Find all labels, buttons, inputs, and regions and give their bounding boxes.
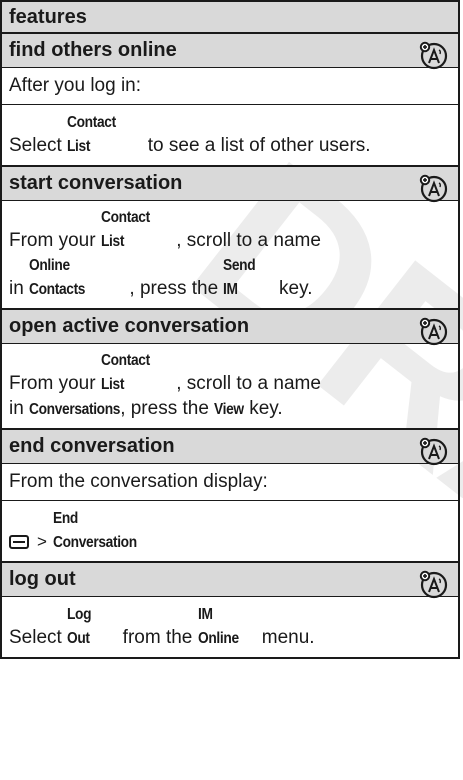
network-dependent-feature-icon bbox=[418, 40, 448, 70]
instruction-text: , press the bbox=[129, 278, 224, 299]
feature-instruction: After you log in: bbox=[2, 68, 458, 105]
feature-instruction: > End Conversation bbox=[2, 501, 458, 562]
key-label-wrap: Contact List bbox=[67, 111, 142, 159]
feature-section: open active conversation From your Conta… bbox=[2, 310, 458, 430]
key-label: IM Online bbox=[197, 606, 239, 647]
key-label: Log Out bbox=[67, 606, 92, 647]
network-dependent-feature-icon bbox=[418, 316, 448, 346]
key-label-wrap: Conversations bbox=[29, 397, 120, 422]
table-header: features bbox=[2, 2, 458, 34]
feature-instruction: From the conversation display: bbox=[2, 464, 458, 501]
instruction-text: From your bbox=[9, 373, 101, 394]
key-label: End Conversation bbox=[52, 510, 137, 551]
instruction-text: From the conversation display: bbox=[9, 471, 268, 492]
feature-title-text: start conversation bbox=[9, 172, 183, 194]
feature-title-text: log out bbox=[9, 568, 76, 590]
feature-title: log out bbox=[2, 563, 458, 599]
feature-instruction: From your Contact List , scroll to a name… bbox=[2, 201, 458, 309]
network-dependent-feature-icon bbox=[418, 569, 448, 599]
key-label: Send IM bbox=[223, 257, 256, 298]
menu-path-separator: > bbox=[37, 532, 47, 551]
instruction-text: , scroll to a name bbox=[176, 230, 321, 251]
instruction-text: in bbox=[9, 278, 30, 299]
key-label-wrap: Log Out bbox=[67, 603, 117, 651]
instruction-text: to see a list of other users. bbox=[142, 135, 371, 156]
key-label-wrap: IM Online bbox=[198, 603, 257, 651]
features-table: features find others online After you lo… bbox=[0, 0, 460, 659]
instruction-text: , press the bbox=[120, 398, 215, 419]
feature-section: start conversation From your Contact Lis… bbox=[2, 167, 458, 310]
instruction-text: After you log in: bbox=[9, 75, 142, 96]
instruction-text: key. bbox=[243, 398, 283, 419]
key-label-wrap: End Conversation bbox=[53, 507, 165, 555]
key-label-wrap: Contact List bbox=[101, 349, 176, 397]
feature-title-text: end conversation bbox=[9, 435, 175, 457]
instruction-text: key. bbox=[273, 278, 313, 299]
menu-key-icon bbox=[9, 535, 29, 549]
key-label-wrap: Online Contacts bbox=[29, 254, 129, 302]
feature-section: find others online After you log in: Sele… bbox=[2, 34, 458, 167]
instruction-text: , scroll to a name bbox=[176, 373, 321, 394]
key-label-wrap: View bbox=[214, 397, 244, 422]
features-list: find others online After you log in: Sele… bbox=[2, 34, 458, 657]
instruction-text: in bbox=[9, 398, 30, 419]
key-label: Contact List bbox=[100, 209, 150, 250]
key-label: Contact List bbox=[100, 352, 150, 393]
feature-title: open active conversation bbox=[2, 310, 458, 346]
key-label-wrap: Send IM bbox=[223, 254, 273, 302]
network-dependent-feature-icon bbox=[418, 173, 448, 203]
key-label: Contact List bbox=[67, 114, 116, 155]
instruction-text: Select bbox=[9, 135, 68, 156]
key-label-wrap: Contact List bbox=[101, 206, 176, 254]
instruction-text: Select bbox=[9, 627, 68, 648]
instruction-text: menu. bbox=[256, 627, 315, 648]
network-dependent-feature-icon bbox=[418, 436, 448, 466]
instruction-text: From your bbox=[9, 230, 101, 251]
feature-section: end conversation From the conversation d… bbox=[2, 430, 458, 563]
feature-title: end conversation bbox=[2, 430, 458, 466]
feature-instruction: From your Contact List , scroll to a name… bbox=[2, 344, 458, 429]
key-label: View bbox=[214, 401, 244, 418]
instruction-text: from the bbox=[117, 627, 198, 648]
feature-title: start conversation bbox=[2, 167, 458, 203]
key-label: Online Contacts bbox=[29, 257, 86, 298]
feature-title-text: find others online bbox=[9, 39, 177, 61]
feature-title-text: open active conversation bbox=[9, 315, 250, 337]
feature-instruction: Select Contact List to see a list of oth… bbox=[2, 105, 458, 166]
feature-section: log out Select Log Out from the IM Onlin… bbox=[2, 563, 458, 657]
feature-title: find others online bbox=[2, 34, 458, 70]
feature-instruction: Select Log Out from the IM Online menu. bbox=[2, 597, 458, 657]
key-label: Conversations bbox=[29, 401, 121, 418]
